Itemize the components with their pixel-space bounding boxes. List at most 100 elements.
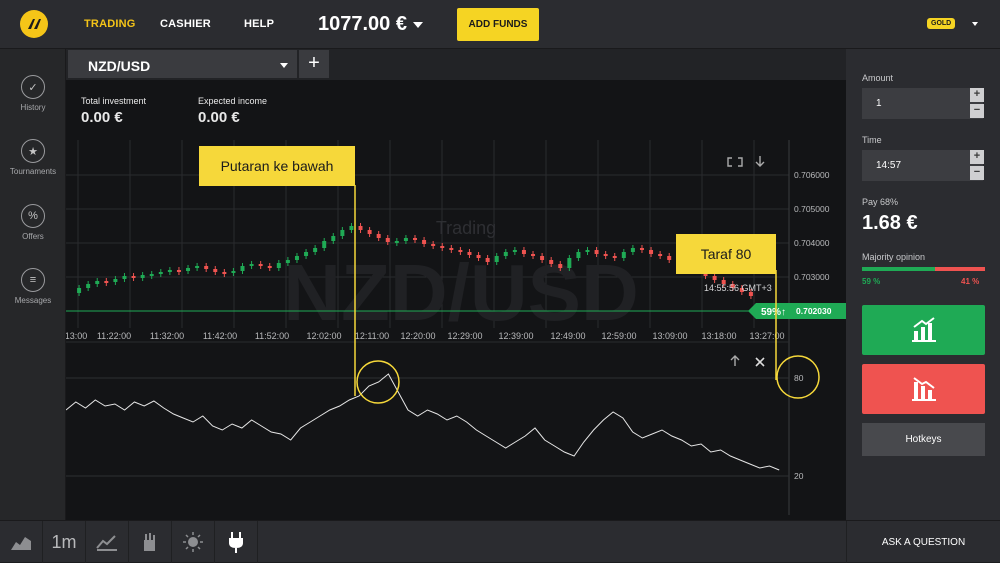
time-tick: 11:52:00 [255, 331, 289, 341]
amount-input[interactable]: 1 [862, 88, 983, 119]
trade-panel: Amount 1 + − Time 14:57 + − Pay 68% 1.68… [846, 49, 1000, 520]
candle [521, 250, 526, 254]
time-input[interactable]: 14:57 [862, 150, 983, 181]
scroll-down-arrow-icon[interactable] [755, 156, 765, 167]
candle [249, 264, 254, 266]
pay-label: Pay 68% [862, 197, 899, 207]
candle [594, 250, 599, 254]
candle [422, 240, 427, 244]
add-funds-button[interactable]: ADD FUNDS [457, 8, 539, 41]
indicator-collapse-icon[interactable] [730, 355, 740, 366]
majority-up-fill [862, 267, 935, 271]
add-asset-tab-button[interactable]: + [299, 50, 329, 78]
candle [140, 275, 145, 278]
indicator-tick-80: 80 [794, 373, 804, 383]
history-icon: ✓ [21, 75, 45, 99]
candle [449, 248, 454, 250]
chevron-down-icon [280, 63, 288, 68]
candle [113, 279, 118, 282]
candle [104, 281, 109, 283]
sidebar-item-messages[interactable]: ≡ Messages [0, 268, 66, 305]
timeframe-button[interactable]: 1m [43, 521, 86, 563]
offers-icon: % [21, 204, 45, 228]
chart-up-icon [911, 317, 936, 342]
call-up-button[interactable] [862, 305, 985, 355]
hotkeys-button[interactable]: Hotkeys [862, 423, 985, 456]
current-price-value: 0.702030 [796, 306, 832, 316]
candle [531, 254, 536, 256]
candle [222, 272, 227, 274]
majority-down-percent: 41 % [961, 277, 980, 286]
candle [167, 270, 172, 272]
candle [667, 256, 672, 260]
sidebar-item-history[interactable]: ✓ History [0, 75, 66, 112]
candle [558, 264, 563, 268]
connection-plug-icon[interactable] [215, 521, 258, 563]
chart-type-area-icon[interactable] [0, 521, 43, 563]
candle [304, 252, 309, 256]
candle [349, 226, 354, 230]
candle [649, 250, 654, 254]
majority-opinion-bar [862, 267, 985, 271]
time-tick: 12:39:00 [498, 331, 533, 341]
candle [585, 250, 590, 252]
sidebar-item-offers[interactable]: % Offers [0, 204, 66, 241]
time-tick: 12:11:00 [355, 331, 389, 341]
time-tick: 11:42:00 [203, 331, 237, 341]
nav-cashier[interactable]: CASHIER [160, 18, 211, 30]
drawing-tools-icon[interactable] [129, 521, 172, 563]
time-tick: 12:02:00 [306, 331, 341, 341]
price-chart[interactable]: Trading NZD/USD 0.706000 0.705000 0.7040… [66, 80, 846, 520]
sidebar-item-label: Offers [22, 232, 44, 241]
time-tick: 13:00 [66, 331, 87, 341]
sidebar-item-tournaments[interactable]: ★ Tournaments [0, 139, 66, 176]
callout-level-80: Taraf 80 [676, 234, 776, 274]
time-decrease-button[interactable]: − [970, 166, 984, 180]
candle [512, 250, 517, 252]
account-menu-chevron-icon[interactable] [972, 22, 978, 26]
ask-question-button[interactable]: ASK A QUESTION [846, 521, 1000, 563]
candle [440, 246, 445, 248]
candle [285, 260, 290, 263]
indicators-icon[interactable] [86, 521, 129, 563]
balance-dropdown[interactable]: 1077.00 € [318, 13, 423, 36]
candle [658, 254, 663, 256]
candle [630, 248, 635, 252]
fullscreen-icon[interactable] [727, 157, 743, 167]
logo-icon[interactable] [20, 10, 48, 38]
amount-increase-button[interactable]: + [970, 88, 984, 102]
majority-opinion-label: Majority opinion [862, 252, 926, 262]
candle [621, 252, 626, 258]
candle [413, 238, 417, 240]
chart-area[interactable]: Total investment 0.00 € Expected income … [66, 80, 846, 520]
sidebar-item-label: Messages [14, 296, 52, 305]
candle [186, 268, 191, 271]
amount-decrease-button[interactable]: − [970, 104, 984, 118]
candle [394, 241, 399, 243]
candle [385, 238, 390, 242]
pay-value: 1.68 € [862, 212, 918, 234]
chart-down-icon [911, 377, 936, 401]
put-down-button[interactable] [862, 364, 985, 414]
asset-tab-bar: NZD/USD + [66, 49, 846, 80]
nav-trading[interactable]: TRADING [84, 18, 136, 30]
candle [467, 252, 472, 255]
sidebar-item-label: History [20, 103, 46, 112]
indicator-close-icon[interactable] [755, 357, 765, 367]
tab-nzd-usd[interactable]: NZD/USD [68, 50, 297, 78]
candle [603, 254, 608, 256]
candle [158, 272, 163, 274]
nav-help[interactable]: HELP [244, 18, 274, 30]
theme-sun-icon[interactable] [172, 521, 215, 563]
time-tick: 12:20:00 [400, 331, 435, 341]
time-increase-button[interactable]: + [970, 150, 984, 164]
candle [276, 263, 281, 268]
candle [77, 288, 82, 293]
candle [322, 241, 327, 248]
chevron-down-icon [412, 21, 423, 28]
chart-watermark-small: Trading [436, 218, 496, 238]
candle [131, 276, 136, 278]
tournaments-icon: ★ [21, 139, 45, 163]
candle [458, 250, 463, 252]
time-tick: 12:49:00 [550, 331, 585, 341]
